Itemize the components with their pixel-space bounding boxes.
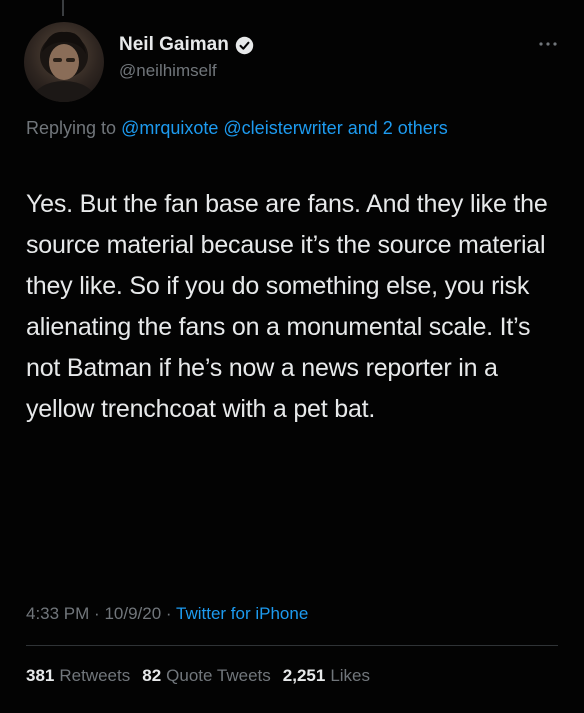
meta-separator: · xyxy=(94,604,100,623)
avatar-portrait-icon xyxy=(32,31,96,102)
likes-stat[interactable]: 2,251 Likes xyxy=(283,666,370,686)
tweet-meta: 4:33 PM · 10/9/20 · Twitter for iPhone xyxy=(26,604,308,624)
reply-user-link[interactable]: @mrquixote xyxy=(121,118,218,138)
retweets-stat[interactable]: 381 Retweets xyxy=(26,666,130,686)
retweets-label: Retweets xyxy=(59,666,131,685)
author-handle[interactable]: @neilhimself xyxy=(119,61,217,81)
tweet-time[interactable]: 4:33 PM xyxy=(26,604,89,623)
quote-tweets-stat[interactable]: 82 Quote Tweets xyxy=(142,666,271,686)
meta-separator: · xyxy=(165,604,172,623)
divider xyxy=(26,645,558,646)
tweet-source-link[interactable]: Twitter for iPhone xyxy=(176,604,308,623)
quote-tweets-count: 82 xyxy=(142,666,162,685)
quote-tweets-label: Quote Tweets xyxy=(166,666,271,685)
thread-connector-line xyxy=(62,0,64,16)
tweet: Neil Gaiman @neilhimself Replying to @mr… xyxy=(0,0,584,713)
more-options-icon[interactable] xyxy=(534,36,562,52)
reply-user-link[interactable]: @cleisterwriter xyxy=(223,118,342,138)
tweet-text: Yes. But the fan base are fans. And they… xyxy=(26,190,548,423)
replying-to: Replying to @mrquixote @cleisterwriter a… xyxy=(26,113,556,143)
replying-to-prefix: Replying to xyxy=(26,118,117,138)
author-display-name[interactable]: Neil Gaiman xyxy=(119,34,229,56)
verified-badge-icon xyxy=(235,36,254,55)
likes-count: 2,251 xyxy=(282,666,326,685)
avatar[interactable] xyxy=(24,22,104,102)
likes-label: Likes xyxy=(330,666,370,685)
reply-others-link[interactable]: and 2 others xyxy=(348,118,448,138)
tweet-date[interactable]: 10/9/20 xyxy=(104,604,161,623)
tweet-stats: 381 Retweets 82 Quote Tweets 2,251 Likes xyxy=(26,666,370,686)
retweets-count: 381 xyxy=(26,666,55,685)
author-name-row[interactable]: Neil Gaiman xyxy=(119,34,254,56)
